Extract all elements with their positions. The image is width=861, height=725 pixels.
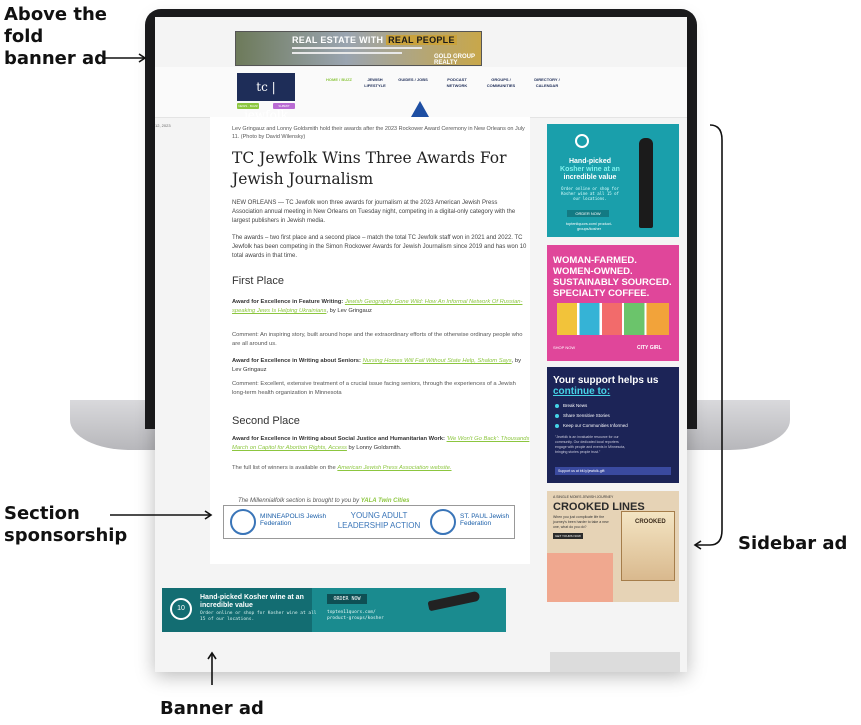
- annotation-arrows: [104, 53, 723, 685]
- sidebar-bracket: [695, 124, 723, 546]
